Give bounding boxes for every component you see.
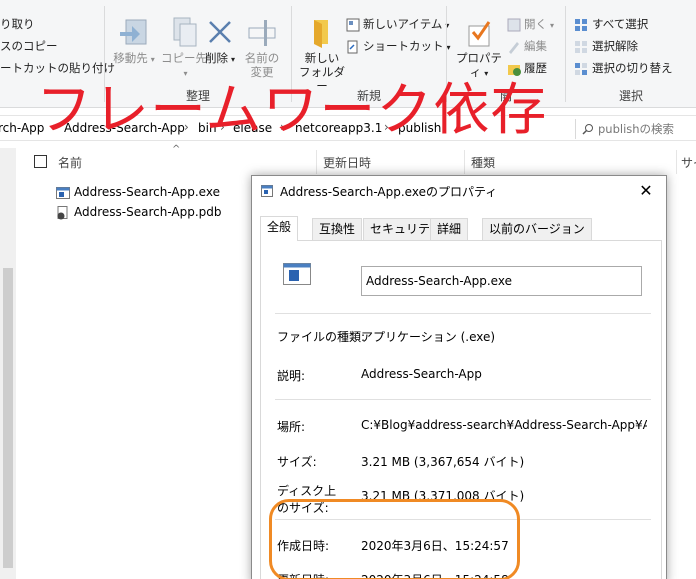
exe-file-icon [261, 185, 273, 197]
size-label: サイズ: [277, 455, 317, 469]
select-none-button[interactable]: 選択解除 [574, 36, 638, 56]
properties-icon [468, 21, 491, 47]
delete-icon [209, 21, 231, 43]
edit-icon [509, 41, 519, 54]
tab-details[interactable]: 詳細 [430, 218, 469, 240]
file-row[interactable]: Address-Search-App.exe [56, 182, 220, 202]
column-header-name[interactable]: 名前 [58, 154, 82, 171]
invert-selection-icon [575, 62, 587, 75]
easy-access-button[interactable]: ショートカット ▾ [346, 36, 451, 56]
open-button[interactable]: 開く ▾ [507, 14, 554, 34]
copy-to-icon [173, 17, 197, 47]
description-value: Address-Search-App [361, 367, 482, 381]
divider [275, 399, 651, 400]
divider [275, 313, 651, 314]
column-header-modified[interactable]: 更新日時 [323, 154, 371, 171]
paste-shortcut-button[interactable]: ートカットの貼り付け [0, 58, 115, 78]
new-folder-icon [314, 20, 328, 48]
properties-button[interactable]: プロパティ ▾ [451, 16, 507, 81]
description-label: 説明: [277, 369, 306, 383]
column-header-size[interactable]: サイ [681, 154, 696, 171]
column-header-type[interactable]: 種類 [471, 154, 495, 171]
select-group-label: 選択 [618, 89, 643, 103]
shortcut-icon [347, 40, 358, 53]
new-folder-label-1: 新しい [304, 51, 340, 65]
rename-icon [248, 20, 276, 46]
location-value: C:¥Blog¥address-search¥Address-Search-Ap… [361, 418, 647, 432]
select-all-icon [575, 18, 587, 31]
easy-access-label: ショートカット [363, 39, 444, 53]
open-label: 開く [524, 17, 547, 31]
search-placeholder: publishの検索 [598, 122, 675, 136]
select-all-button[interactable]: すべて選択 [574, 14, 648, 34]
location-label: 場所: [277, 420, 306, 434]
history-button[interactable]: 履歴 [507, 58, 547, 78]
properties-label: プロパティ [456, 51, 502, 79]
file-name: Address-Search-App.exe [74, 185, 220, 199]
tab-previous-versions[interactable]: 以前のバージョン [482, 218, 592, 240]
new-item-label: 新しいアイテム [363, 17, 443, 31]
search-input[interactable]: publishの検索 [575, 119, 696, 139]
disk-size-label-1: ディスク上 [277, 484, 337, 498]
file-type-label: ファイルの種類: [277, 330, 366, 344]
delete-label: 削除 [205, 51, 228, 65]
rename-label-1: 名前の [244, 51, 280, 65]
tab-panel-general: ファイルの種類: アプリケーション (.exe) 説明: Address-Sea… [260, 240, 662, 579]
invert-selection-label: 選択の切り替え [592, 61, 673, 75]
close-icon: ✕ [639, 181, 653, 200]
select-none-label: 選択解除 [592, 39, 638, 53]
pdb-file-icon [57, 205, 68, 219]
properties-dialog: Address-Search-App.exeのプロパティ ✕ 全般 互換性 セキ… [251, 175, 667, 579]
rename-button[interactable]: 名前の 変更 [240, 16, 284, 79]
size-highlight-annotation [269, 499, 520, 579]
scrollbar-thumb[interactable] [3, 268, 13, 568]
select-all-checkbox[interactable] [34, 155, 47, 168]
paste-shortcut-label: ートカットの貼り付け [0, 61, 115, 75]
history-label: 履歴 [524, 61, 547, 75]
search-icon [582, 124, 593, 135]
new-item-icon [346, 18, 360, 31]
column-divider[interactable] [464, 150, 465, 174]
file-row[interactable]: Address-Search-App.pdb [56, 202, 222, 222]
tab-general[interactable]: 全般 [260, 216, 299, 241]
cut-button[interactable]: り取り [0, 14, 35, 34]
file-name-field[interactable] [361, 266, 642, 296]
move-to-button[interactable]: 移動先 ▾ [109, 16, 159, 67]
cut-label: り取り [0, 17, 35, 31]
new-item-button[interactable]: 新しいアイテム ▾ [346, 14, 449, 34]
history-icon [508, 64, 521, 76]
copy-to-button[interactable]: コピー先▾ [159, 16, 209, 81]
file-type-value: アプリケーション (.exe) [361, 330, 496, 344]
copy-path-label: スのコピー [0, 39, 58, 53]
edit-button[interactable]: 編集 [507, 36, 547, 56]
move-to-label: 移動先 [113, 51, 148, 65]
select-all-label: すべて選択 [592, 17, 649, 31]
dialog-titlebar[interactable]: Address-Search-App.exeのプロパティ ✕ [252, 176, 666, 206]
invert-selection-button[interactable]: 選択の切り替え [574, 58, 673, 78]
exe-file-icon [56, 186, 70, 199]
open-icon [507, 18, 521, 31]
delete-button[interactable]: 削除 ▾ [205, 16, 235, 67]
move-to-icon [120, 19, 147, 45]
nav-pane-scrollbar[interactable] [0, 148, 16, 579]
dialog-title: Address-Search-App.exeのプロパティ [280, 185, 498, 199]
column-divider[interactable] [316, 150, 317, 174]
select-none-icon [575, 40, 587, 53]
column-divider[interactable] [676, 150, 677, 174]
tab-compatibility[interactable]: 互換性 [312, 218, 363, 240]
edit-label: 編集 [524, 39, 547, 53]
annotation-text: フレームワーク依存 [36, 78, 548, 143]
copy-to-label: コピー先 [161, 51, 207, 65]
size-value: 3.21 MB (3,367,654 バイト) [361, 455, 525, 469]
close-button[interactable]: ✕ [634, 180, 658, 202]
exe-file-icon [283, 263, 311, 285]
file-name: Address-Search-App.pdb [74, 205, 222, 219]
copy-path-button[interactable]: スのコピー [0, 36, 58, 56]
select-group: すべて選択 選択解除 選択の切り替え 選択 [566, 0, 696, 108]
